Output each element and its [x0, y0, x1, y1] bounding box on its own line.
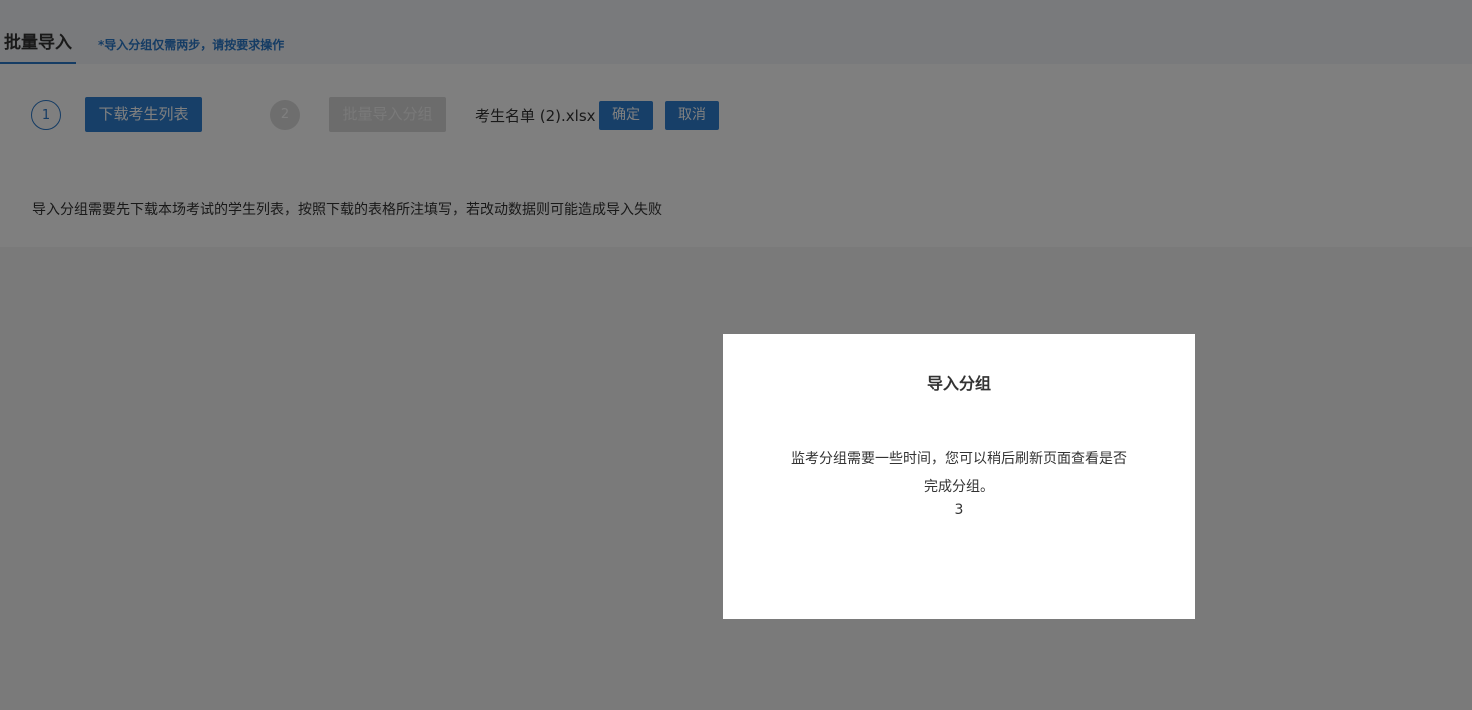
dialog-countdown: 3 — [954, 502, 964, 518]
dialog-message: 监考分组需要一些时间，您可以稍后刷新页面查看是否完成分组。 — [791, 451, 1127, 495]
dialog-title: 导入分组 — [926, 374, 991, 393]
import-group-dialog: 导入分组 监考分组需要一些时间，您可以稍后刷新页面查看是否完成分组。 3 — [723, 334, 1195, 619]
page: 批量导入 *导入分组仅需两步，请按要求操作 1 下载考生列表 2 批量导入分组 … — [0, 0, 1472, 710]
